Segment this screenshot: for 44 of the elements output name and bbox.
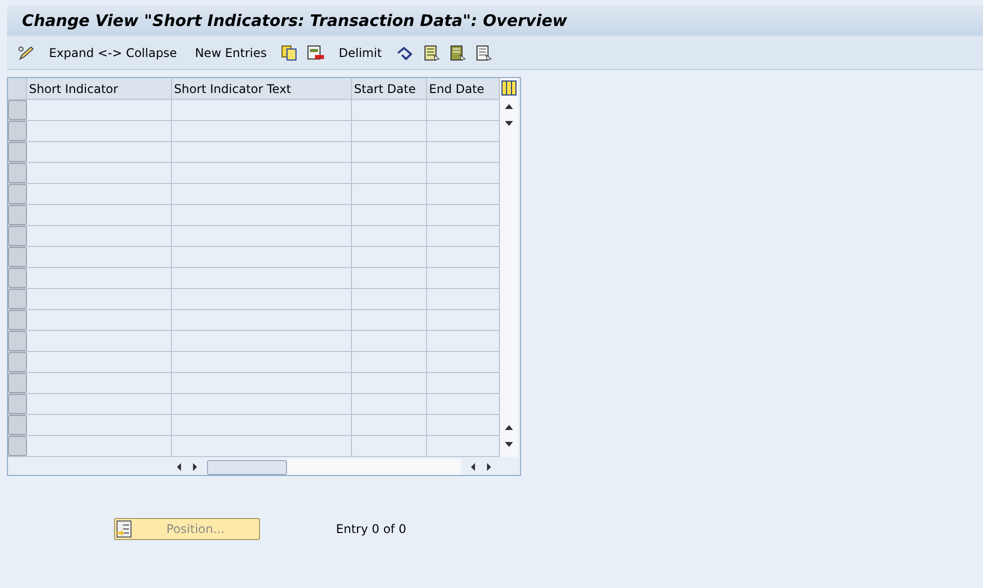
select-all-header[interactable] [8, 78, 27, 99]
toolbar-button[interactable]: Expand <-> Collapse [45, 44, 181, 62]
row-selector[interactable] [8, 289, 27, 309]
scroll-right-icon[interactable] [485, 462, 493, 472]
select-block-icon[interactable] [450, 44, 466, 60]
row-selector[interactable] [8, 436, 27, 456]
row-selector[interactable] [8, 247, 27, 267]
row-selector[interactable] [8, 100, 27, 120]
row-selector[interactable] [8, 394, 27, 414]
row-selector[interactable] [8, 184, 27, 204]
delete-row-icon[interactable] [306, 44, 325, 60]
scroll-right-icon[interactable] [191, 462, 199, 472]
entry-count: Entry 0 of 0 [336, 521, 406, 538]
row-selector[interactable] [8, 373, 27, 393]
scroll-up-icon[interactable] [504, 423, 514, 431]
position-icon [116, 520, 132, 538]
column-header[interactable]: Start Date [352, 78, 427, 99]
row-selector[interactable] [8, 142, 27, 162]
column-settings-icon[interactable] [501, 80, 517, 96]
row-selector[interactable] [8, 226, 27, 246]
scroll-down-icon[interactable] [504, 120, 514, 128]
row-selector[interactable] [8, 163, 27, 183]
copy-icon[interactable] [280, 44, 297, 60]
scroll-left-icon[interactable] [469, 462, 477, 472]
edit-pencil-icon[interactable] [17, 44, 35, 60]
column-header[interactable]: Short Indicator Text [172, 78, 352, 99]
row-selector[interactable] [8, 352, 27, 372]
row-selector[interactable] [8, 205, 27, 225]
scroll-down-icon[interactable] [504, 441, 514, 449]
row-selector[interactable] [8, 310, 27, 330]
scroll-left-icon[interactable] [175, 462, 183, 472]
deselect-all-icon[interactable] [476, 44, 492, 60]
scroll-up-icon[interactable] [504, 102, 514, 110]
row-selector[interactable] [8, 268, 27, 288]
window-title: Change View "Short Indicators: Transaction Data": Overview [22, 10, 568, 32]
select-all-icon[interactable] [424, 44, 440, 60]
toolbar-button[interactable]: New Entries [190, 44, 271, 62]
row-selector[interactable] [8, 331, 27, 351]
row-selector[interactable] [8, 415, 27, 435]
column-header[interactable]: Short Indicator [27, 78, 172, 99]
horizontal-scrollbar[interactable] [207, 459, 461, 475]
toolbar-button[interactable]: Delimit [334, 44, 386, 62]
row-selector[interactable] [8, 121, 27, 141]
scroll-thumb[interactable] [207, 460, 287, 474]
